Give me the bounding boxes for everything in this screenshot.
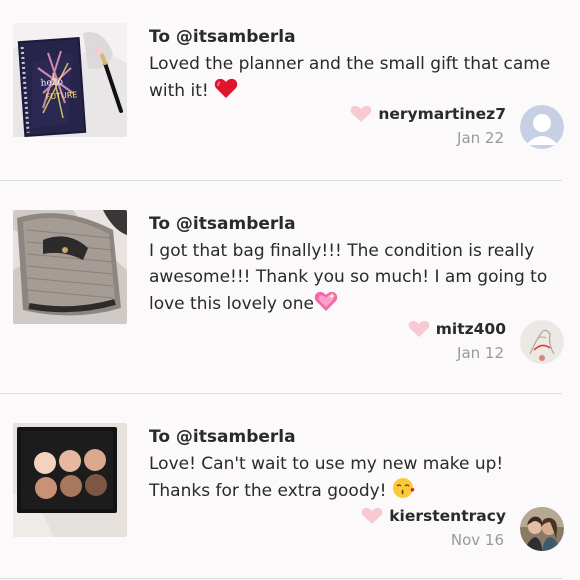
review-recipient: To @itsamberla (149, 214, 296, 234)
heart-icon[interactable] (408, 320, 430, 338)
heart-icon[interactable] (361, 507, 383, 525)
review-date: Jan 12 (457, 344, 504, 362)
planner-thumbnail[interactable]: hello FUTURE (13, 23, 127, 137)
eyeshadow-palette-thumbnail[interactable] (13, 423, 127, 537)
reviewer-username[interactable]: nerymartinez7 (378, 105, 506, 123)
divider (0, 180, 562, 181)
review-recipient: To @itsamberla (149, 27, 296, 47)
review-body: To @itsamberla Love! Can't wait to use m… (149, 423, 564, 507)
reviewer-username[interactable]: kierstentracy (389, 507, 506, 525)
default-avatar[interactable] (520, 105, 564, 149)
reviewer-username[interactable]: mitz400 (436, 320, 506, 338)
review-text: Loved the planner and the small gift tha… (149, 51, 564, 107)
review-date: Jan 22 (457, 129, 504, 147)
bag-thumbnail[interactable] (13, 210, 127, 324)
review-item: To @itsamberla I got that bag finally!!!… (0, 210, 580, 370)
heart-icon[interactable] (350, 105, 372, 123)
sparkling-heart-icon (314, 290, 338, 320)
review-meta: kierstentracy Nov 16 (361, 507, 506, 549)
kissing-face-icon (392, 477, 416, 507)
sketch-avatar[interactable] (520, 320, 564, 364)
review-meta: mitz400 Jan 12 (408, 320, 506, 362)
review-feed: hello FUTURE To @itsamberla Loved the pl… (0, 0, 580, 580)
review-text-content: Loved the planner and the small gift tha… (149, 54, 551, 101)
divider (0, 393, 562, 394)
review-date: Nov 16 (450, 531, 504, 549)
couple-photo-avatar[interactable] (520, 507, 564, 551)
divider (0, 578, 562, 579)
review-meta: nerymartinez7 Jan 22 (350, 105, 506, 147)
red-heart-icon (214, 77, 238, 107)
review-body: To @itsamberla Loved the planner and the… (149, 23, 564, 107)
review-text-content: I got that bag finally!!! The condition … (149, 241, 548, 314)
review-text: I got that bag finally!!! The condition … (149, 238, 564, 320)
review-item: hello FUTURE To @itsamberla Loved the pl… (0, 23, 580, 163)
review-item: To @itsamberla Love! Can't wait to use m… (0, 423, 580, 573)
review-recipient: To @itsamberla (149, 427, 296, 447)
review-body: To @itsamberla I got that bag finally!!!… (149, 210, 564, 320)
svg-text:hello: hello (40, 77, 63, 89)
review-text-content: Love! Can't wait to use my new make up! … (149, 454, 504, 501)
review-text: Love! Can't wait to use my new make up! … (149, 451, 564, 507)
